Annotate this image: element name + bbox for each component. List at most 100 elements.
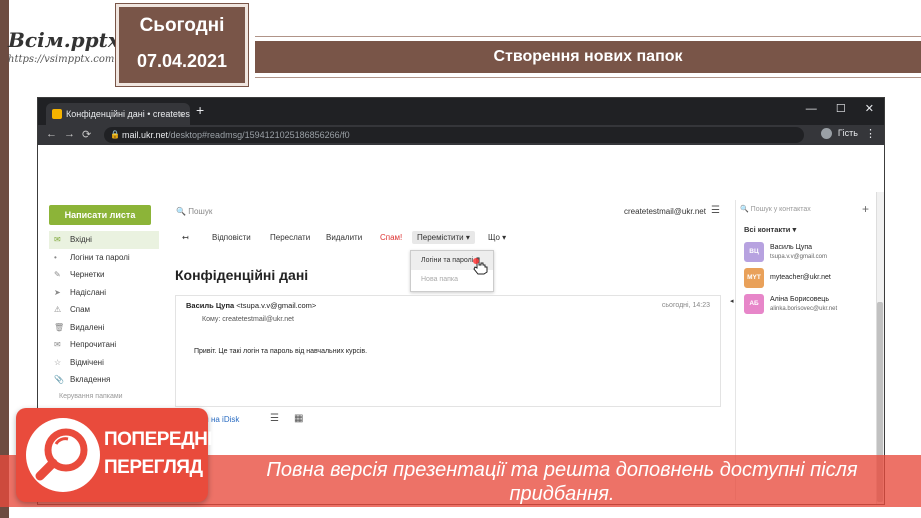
magnifier-icon (26, 418, 100, 492)
back-icon[interactable]: ← (46, 128, 57, 140)
all-contacts-dropdown[interactable]: Всі контакти ▾ (744, 225, 796, 234)
sidebar-item-unread[interactable]: ✉ Непрочитані (49, 336, 159, 354)
badge-line-2: ПЕРЕГЛЯД (104, 457, 203, 478)
manage-folders-link[interactable]: Керування папками (49, 393, 159, 400)
sender-name: Василь Цупа (186, 301, 235, 310)
sidebar-item-sent[interactable]: ➤ Надіслані (49, 284, 159, 302)
favicon-icon (52, 109, 62, 119)
sender-line: Василь Цупа <tsupa.v.v@gmail.com> (186, 301, 316, 310)
address-bar[interactable]: 🔒 mail.ukr.net/desktop#readmsg/159412102… (104, 127, 804, 143)
inbox-icon: ✉ (54, 235, 61, 244)
sidebar-item-spam[interactable]: ⚠ Спам (49, 301, 159, 319)
sidebar-item-label: Логіни та паролі (70, 252, 130, 262)
sidebar-item-label: Чернетки (70, 270, 105, 279)
sidebar-item-label: Спам (70, 305, 91, 314)
browser-tab[interactable]: Конфіденційні дані • createtestmail × (46, 103, 190, 125)
badge-line-1: ПОПЕРЕДНІЙ (104, 429, 226, 450)
forward-button[interactable]: Переслати (270, 233, 310, 242)
add-contact-button[interactable]: + (862, 202, 869, 216)
hand-pointer-icon (473, 257, 488, 275)
delete-button[interactable]: Видалити (326, 233, 362, 242)
reload-icon[interactable]: ⟳ (82, 128, 91, 141)
minimize-icon[interactable]: — (806, 103, 817, 115)
sidebar-item-drafts[interactable]: ✎ Чернетки (49, 266, 159, 284)
reply-button[interactable]: Відповісти (212, 233, 251, 242)
logo-url: https://vsimpptx.com (8, 54, 115, 65)
close-tab-icon[interactable]: × (179, 103, 184, 125)
window-controls: — ☐ ✕ (790, 102, 874, 115)
contacts-search-input[interactable]: 🔍 Пошук у контактах (740, 205, 811, 213)
list-view-icon[interactable]: ☰ (270, 413, 279, 424)
hamburger-menu-icon[interactable]: ☰ (711, 205, 720, 216)
sidebar-item-label: Вкладення (70, 375, 111, 384)
collapse-arrow-icon[interactable]: ◂ (730, 297, 734, 305)
slide-left-bar (0, 0, 9, 518)
contact-email: tsupa.v.v@gmail.com (770, 254, 827, 260)
message-body: Привіт. Це такі логін та пароль від навч… (194, 348, 368, 355)
slide-title: Створення нових папок (255, 36, 921, 78)
bullet-icon: • (54, 252, 57, 262)
compose-button[interactable]: Написати листа (49, 205, 151, 225)
avatar: MYT (744, 268, 764, 288)
recipient-email: createtestmail@ukr.net (222, 316, 294, 323)
maximize-icon[interactable]: ☐ (836, 103, 846, 115)
address-path: /desktop#readmsg/1594121025186856266/f0 (168, 130, 350, 140)
sidebar-item-label: Вхідні (70, 235, 92, 244)
move-button[interactable]: Перемістити ▾ (412, 231, 475, 244)
warning-icon: ⚠ (54, 305, 62, 314)
search-placeholder: Пошук (188, 207, 213, 216)
preview-badge: ПОПЕРЕДНІЙ ПЕРЕГЛЯД (16, 408, 226, 502)
paperclip-icon: 📎 (54, 375, 64, 384)
trash-icon: 🗑 (54, 322, 65, 332)
spam-button[interactable]: Спам! (380, 233, 402, 242)
avatar: АБ (744, 294, 764, 314)
to-label: Кому: (202, 316, 221, 323)
sidebar-item-logins[interactable]: • Логіни та паролі (49, 249, 159, 267)
guest-avatar-icon (821, 128, 833, 140)
mail-search-input[interactable]: 🔍 Пошук (176, 207, 212, 216)
sidebar-item-label: Відмічені (70, 357, 104, 367)
browser-toolbar: ← → ⟳ 🔒 mail.ukr.net/desktop#readmsg/159… (38, 125, 884, 145)
message-time: сьогодні, 14:23 (661, 302, 710, 309)
sidebar-item-label: Непрочитані (70, 340, 117, 349)
message-card: Василь Цупа <tsupa.v.v@gmail.com> сьогод… (175, 295, 721, 407)
date-label: 07.04.2021 (136, 51, 228, 71)
contact-item[interactable]: MYT myteacher@ukr.net (744, 268, 878, 290)
close-window-icon[interactable]: ✕ (865, 103, 874, 115)
browser-menu-icon[interactable]: ⋮ (865, 127, 876, 140)
contact-name: myteacher@ukr.net (770, 274, 831, 281)
account-email[interactable]: createtestmail@ukr.net (624, 207, 706, 216)
sender-email[interactable]: <tsupa.v.v@gmail.com> (236, 301, 316, 310)
contact-email: alinka.borisovec@ukr.net (770, 306, 838, 312)
contact-item[interactable]: ВЦ Василь Цупа tsupa.v.v@gmail.com (744, 242, 878, 264)
tab-title: Конфіденційні дані • createtestmail (66, 109, 190, 119)
contact-name: Василь Цупа (770, 244, 813, 251)
date-box: Сьогодні 07.04.2021 (116, 4, 248, 86)
forward-icon[interactable]: → (64, 128, 75, 140)
logo-text: Всім.pptx (8, 28, 120, 52)
back-to-list-icon[interactable]: ↤ (182, 233, 189, 242)
send-icon: ➤ (54, 287, 61, 297)
folder-sidebar: ✉ Вхідні • Логіни та паролі ✎ Чернетки ➤… (49, 231, 159, 400)
new-tab-button[interactable]: + (196, 102, 204, 118)
sidebar-item-inbox[interactable]: ✉ Вхідні (49, 231, 159, 249)
logo: Всім.pptx https://vsimpptx.com (8, 28, 120, 65)
envelope-icon: ✉ (54, 340, 61, 349)
address-host: mail.ukr.net (122, 130, 169, 140)
recipient-line: Кому: createtestmail@ukr.net (202, 316, 294, 323)
today-label: Сьогодні (139, 15, 225, 36)
sidebar-item-starred[interactable]: ☆ Відмічені (49, 354, 159, 372)
preview-banner-text: Повна версія презентації та решта доповн… (266, 459, 858, 505)
contacts-search-placeholder: Пошук у контактах (750, 206, 811, 213)
sidebar-item-attachments[interactable]: 📎 Вкладення (49, 371, 159, 389)
more-button[interactable]: Що ▾ (488, 233, 506, 242)
search-icon: 🔍 (740, 206, 749, 213)
contact-item[interactable]: АБ Аліна Борисовець alinka.borisovec@ukr… (744, 294, 878, 316)
guest-profile[interactable]: Гість (821, 128, 858, 140)
message-subject: Конфіденційні дані (175, 267, 309, 283)
sidebar-item-label: Видалені (70, 322, 105, 332)
grid-view-icon[interactable]: ▦ (294, 413, 303, 424)
star-icon: ☆ (54, 357, 62, 367)
sidebar-item-deleted[interactable]: 🗑 Видалені (49, 319, 159, 337)
tab-bar: Конфіденційні дані • createtestmail × + … (38, 98, 884, 125)
